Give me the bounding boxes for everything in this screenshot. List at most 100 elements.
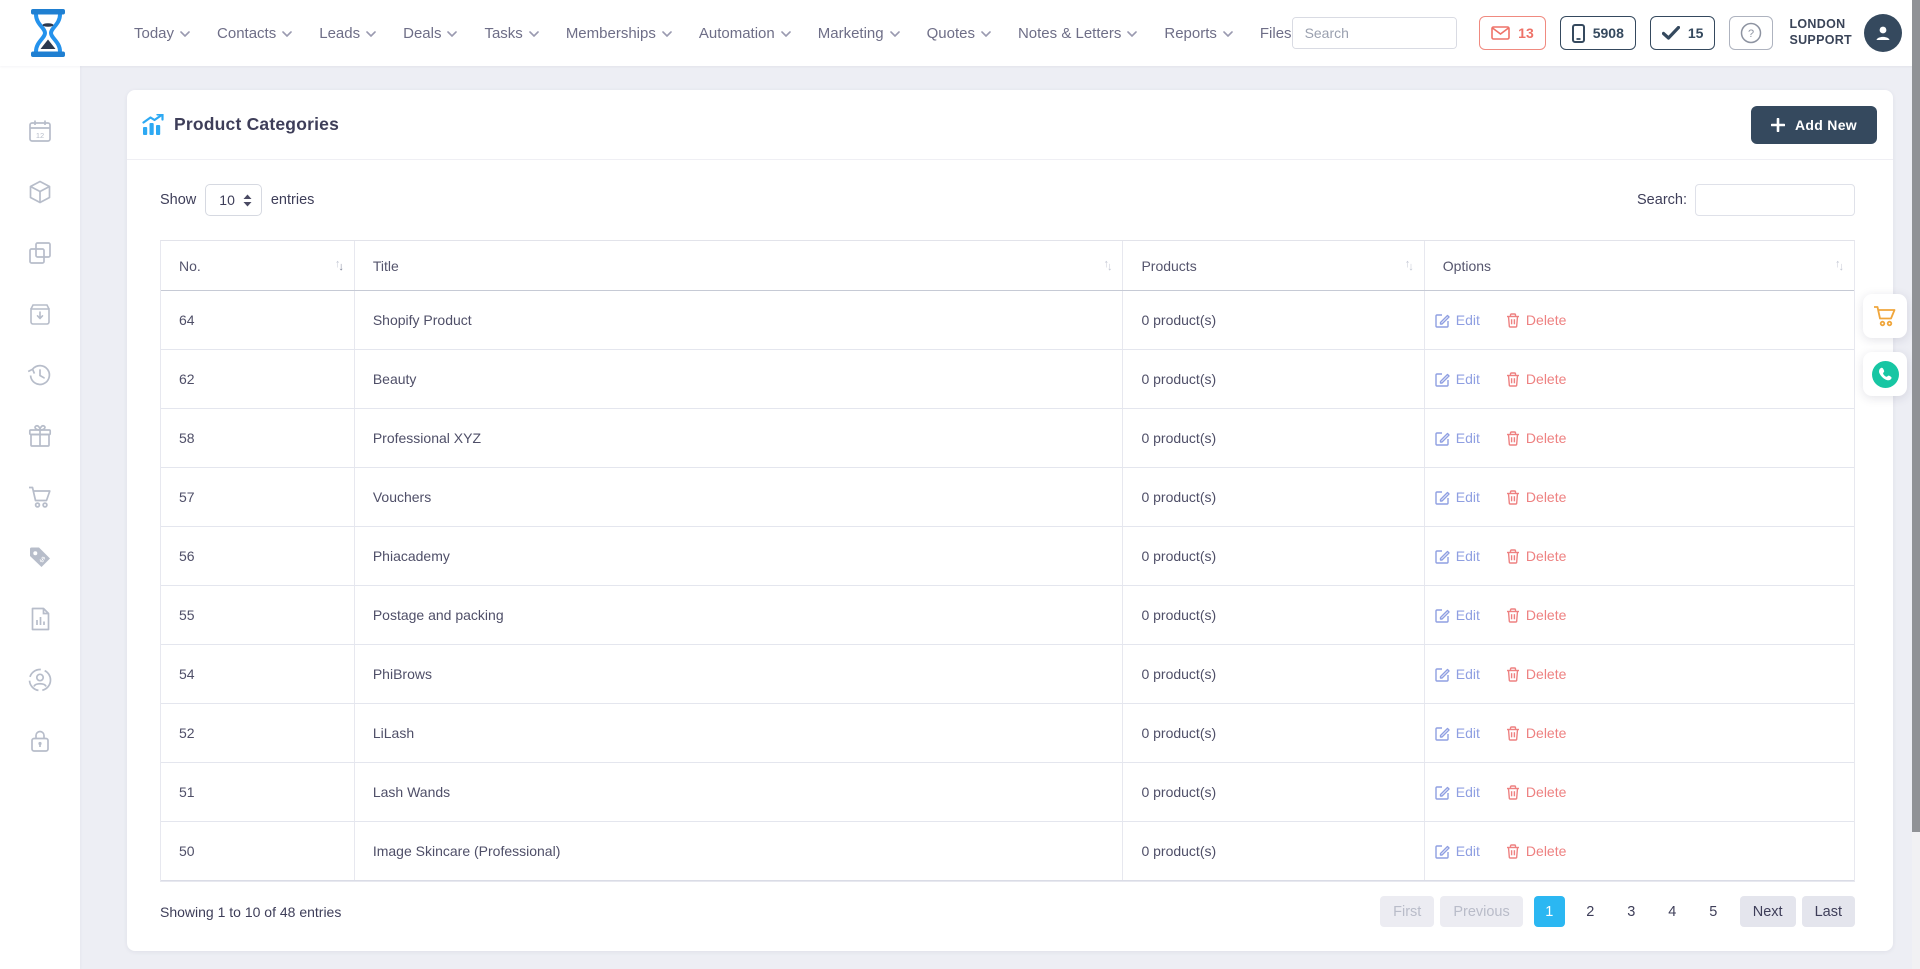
page-number[interactable]: 4 [1657,896,1688,927]
product-categories-card: Product Categories Add New Show 10 [127,90,1893,951]
edit-link[interactable]: Edit [1435,371,1480,387]
page-number[interactable]: 1 [1534,896,1565,927]
delete-link[interactable]: Delete [1506,607,1566,623]
column-header-products[interactable]: Products ↑↓ [1123,241,1424,290]
delete-link[interactable]: Delete [1506,371,1566,387]
nav-item-label: Quotes [927,25,975,42]
floating-cart-button[interactable] [1863,294,1907,338]
nav-item-label: Automation [699,25,775,42]
edit-link[interactable]: Edit [1435,548,1480,564]
price-tag-icon[interactable]: $ [27,545,53,571]
trash-icon [1506,844,1520,859]
edit-link[interactable]: Edit [1435,725,1480,741]
edit-link[interactable]: Edit [1435,784,1480,800]
scrollbar[interactable] [1912,0,1920,969]
row-options: Edit Delete [1425,586,1854,644]
nav-item[interactable]: Notes & Letters [1018,25,1137,42]
pagination-last-button[interactable]: Last [1802,896,1855,927]
floating-phone-button[interactable] [1863,352,1907,396]
edit-link[interactable]: Edit [1435,312,1480,328]
pagination-previous-button[interactable]: Previous [1440,896,1522,927]
edit-link[interactable]: Edit [1435,430,1480,446]
delete-link[interactable]: Delete [1506,548,1566,564]
user-name[interactable]: LONDON SUPPORT [1789,17,1852,48]
mail-notifications-badge[interactable]: 13 [1479,16,1546,50]
scrollbar-thumb[interactable] [1912,0,1920,832]
nav-item[interactable]: Files [1260,25,1292,42]
page-length-select[interactable]: 10 [205,184,262,216]
edit-link[interactable]: Edit [1435,666,1480,682]
row-products-count: 0 product(s) [1123,409,1424,467]
sort-icon: ↑↓ [335,259,342,273]
edit-pencil-icon [1435,490,1450,505]
row-title: Beauty [355,350,1124,408]
nav-item[interactable]: Leads [319,25,376,42]
page-number[interactable]: 2 [1575,896,1606,927]
nav-item[interactable]: Tasks [484,25,538,42]
nav-item[interactable]: Quotes [927,25,991,42]
nav-item[interactable]: Reports [1164,25,1233,42]
table-row: 62 Beauty 0 product(s) Edit Dele [161,350,1854,409]
row-products-count: 0 product(s) [1123,527,1424,585]
trash-icon [1506,667,1520,682]
row-options: Edit Delete [1425,704,1854,762]
orders-bag-icon[interactable] [27,301,53,327]
products-box-icon[interactable] [27,179,53,205]
edit-link[interactable]: Edit [1435,607,1480,623]
delete-link[interactable]: Delete [1506,430,1566,446]
nav-item[interactable]: Marketing [818,25,900,42]
row-products-count: 0 product(s) [1123,586,1424,644]
column-header-options[interactable]: Options ↑↓ [1425,241,1854,290]
lock-icon[interactable] [27,728,53,754]
nav-item[interactable]: Memberships [566,25,672,42]
chevron-down-icon [781,31,791,37]
nav-item[interactable]: Automation [699,25,791,42]
delete-link[interactable]: Delete [1506,725,1566,741]
tasks-badge[interactable]: 15 [1650,16,1716,50]
app-logo-hourglass-icon[interactable] [28,9,68,57]
help-button[interactable]: ? [1729,16,1773,50]
calls-badge[interactable]: 5908 [1560,16,1636,50]
row-number: 52 [161,704,355,762]
global-search-input[interactable] [1293,18,1458,48]
delete-link[interactable]: Delete [1506,312,1566,328]
chevron-down-icon [180,31,190,37]
sidebar: 12 $ [0,66,80,969]
report-file-icon[interactable] [27,606,53,632]
avatar[interactable] [1864,14,1902,52]
page-number[interactable]: 5 [1698,896,1729,927]
entries-info: Showing 1 to 10 of 48 entries [160,904,341,920]
nav-item-label: Notes & Letters [1018,25,1121,42]
table-row: 51 Lash Wands 0 product(s) Edit [161,763,1854,822]
delete-link[interactable]: Delete [1506,489,1566,505]
pagination-next-button[interactable]: Next [1740,896,1796,927]
edit-link[interactable]: Edit [1435,489,1480,505]
edit-link[interactable]: Edit [1435,843,1480,859]
column-header-no[interactable]: No. ↑↓ [161,241,355,290]
row-products-count: 0 product(s) [1123,704,1424,762]
column-header-title[interactable]: Title ↑↓ [355,241,1124,290]
edit-pencil-icon [1435,844,1450,859]
nav-item[interactable]: Deals [403,25,457,42]
cart-icon[interactable] [27,484,53,510]
row-title: Shopify Product [355,291,1124,349]
history-icon[interactable] [27,362,53,388]
add-new-button[interactable]: Add New [1751,106,1877,144]
nav-item-label: Tasks [484,25,522,42]
delete-link[interactable]: Delete [1506,784,1566,800]
page-number[interactable]: 3 [1616,896,1647,927]
calendar-icon[interactable]: 12 [27,118,53,144]
delete-link[interactable]: Delete [1506,843,1566,859]
row-number: 57 [161,468,355,526]
question-mark-icon: ? [1740,22,1762,44]
phone-icon [1872,361,1899,388]
account-icon[interactable] [27,667,53,693]
delete-link[interactable]: Delete [1506,666,1566,682]
nav-item[interactable]: Contacts [217,25,292,42]
nav-item[interactable]: Today [134,25,190,42]
pagination-first-button[interactable]: First [1380,896,1434,927]
copy-icon[interactable] [27,240,53,266]
global-search [1292,17,1458,49]
table-search-input[interactable] [1695,184,1855,216]
gift-icon[interactable] [27,423,53,449]
